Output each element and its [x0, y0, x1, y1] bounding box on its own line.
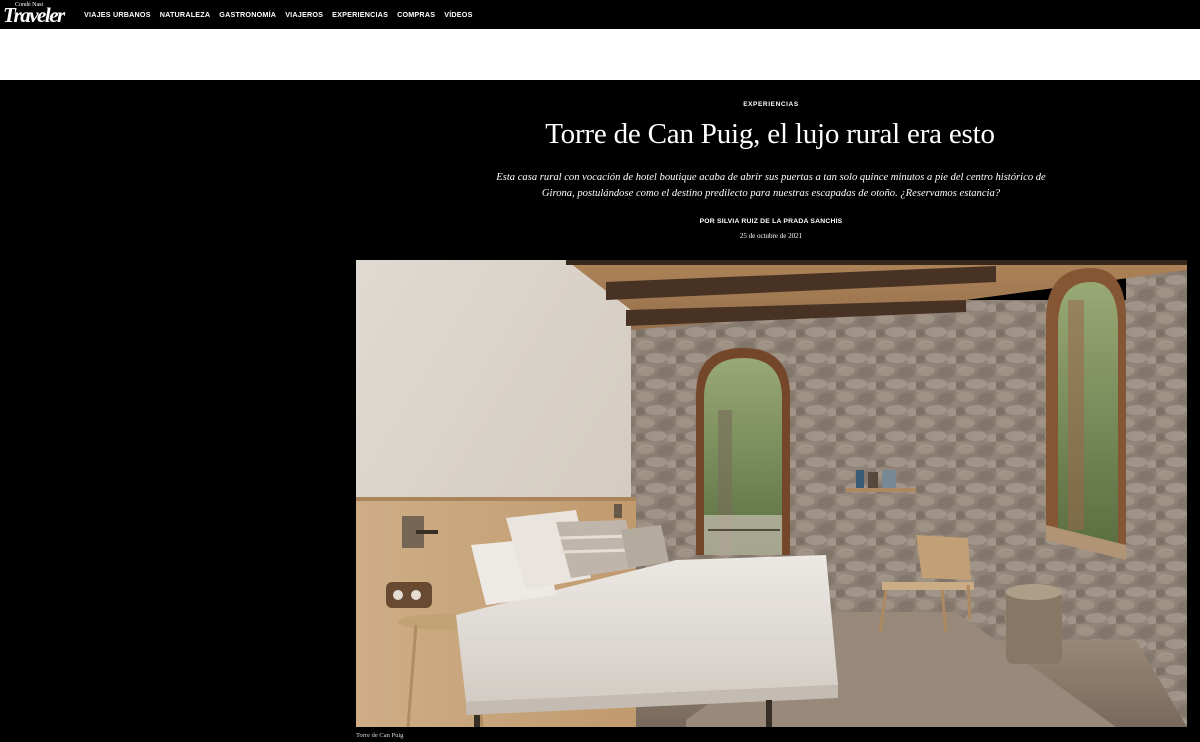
article-category-link[interactable]: EXPERIENCIAS [700, 101, 842, 108]
logo-wordmark: Traveler [3, 3, 65, 27]
article-byline[interactable]: POR SILVIA RUIZ DE LA PRADA SANCHIS [620, 218, 922, 225]
nav-item-viajeros[interactable]: VIAJEROS [285, 10, 323, 19]
nav-item-videos[interactable]: VÍDEOS [444, 10, 472, 19]
traveler-logo[interactable]: Condé Nast Traveler [3, 2, 65, 28]
hero-image [356, 260, 1187, 727]
ad-banner-space [0, 29, 1200, 80]
article-date: 25 de octubre de 2021 [739, 232, 803, 240]
nav-item-gastronomia[interactable]: GASTRONOMÍA [219, 10, 276, 19]
top-navigation-bar: Condé Nast Traveler VIAJES URBANOS NATUR… [0, 0, 1200, 29]
section-nav: VIAJES URBANOS NATURALEZA GASTRONOMÍA VI… [84, 0, 473, 29]
nav-item-naturaleza[interactable]: NATURALEZA [160, 10, 211, 19]
image-caption: Torre de Can Puig [356, 732, 404, 739]
article-dek: Esta casa rural con vocación de hotel bo… [496, 172, 1046, 199]
bedroom-illustration [356, 260, 1187, 727]
nav-item-experiencias[interactable]: EXPERIENCIAS [332, 10, 388, 19]
nav-item-viajes-urbanos[interactable]: VIAJES URBANOS [84, 10, 151, 19]
article-title: Torre de Can Puig, el lujo rural era est… [545, 118, 995, 150]
nav-item-compras[interactable]: COMPRAS [397, 10, 435, 19]
